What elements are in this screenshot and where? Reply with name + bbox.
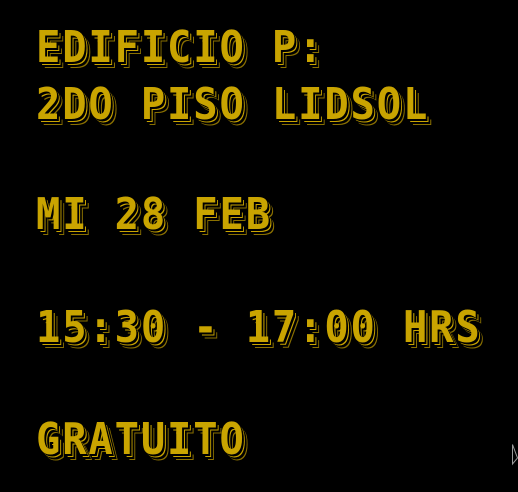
floor-line: 2DO PISO LIDSOL — [36, 79, 430, 130]
time-line: 15:30 - 17:00 HRS — [36, 302, 482, 353]
date-line: MI 28 FEB — [36, 189, 272, 240]
price-line: GRATUITO — [36, 414, 246, 465]
pixel-text-screen: EDIFICIO P: 2DO PISO LIDSOL MI 28 FEB 15… — [0, 0, 518, 492]
mouse-pointer-icon — [512, 444, 518, 466]
building-line: EDIFICIO P: — [36, 22, 325, 73]
